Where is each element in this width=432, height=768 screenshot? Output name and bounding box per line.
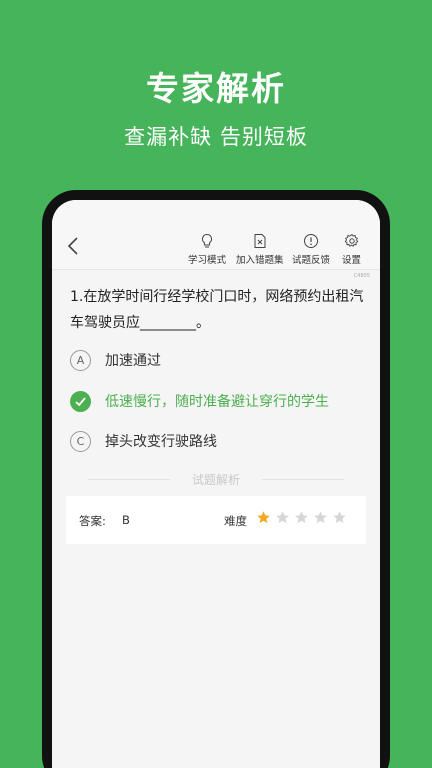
chevron-left-icon: [67, 237, 78, 255]
option-c-letter: C: [70, 430, 91, 452]
difficulty-stars: [256, 510, 351, 525]
question-id-tag: C4805: [353, 273, 370, 279]
star-empty-icon: [295, 511, 308, 524]
add-to-mistakes-button[interactable]: 加入错题集: [236, 233, 284, 267]
answer-value: B: [122, 513, 130, 527]
option-c[interactable]: C 掉头改变行驶路线: [70, 429, 370, 453]
promo-title: 专家解析: [146, 69, 286, 108]
file-x-icon: [254, 234, 266, 248]
settings-button[interactable]: 设置: [342, 233, 361, 267]
option-b[interactable]: 低速慢行，随时准备避让穿行的学生: [70, 389, 370, 413]
option-b-text: 低速慢行，随时准备避让穿行的学生: [105, 394, 329, 410]
add-to-mistakes-label: 加入错题集: [236, 255, 284, 266]
exclamation-circle-icon: [304, 234, 318, 248]
star-empty-icon: [333, 511, 346, 524]
option-a[interactable]: A 加速通过: [70, 348, 370, 372]
option-a-text: 加速通过: [105, 353, 161, 369]
promo-subtitle: 查漏补缺 告别短板: [124, 125, 308, 149]
star-empty-icon: [314, 511, 327, 524]
star-empty-icon: [276, 511, 289, 524]
option-a-letter: A: [70, 349, 91, 371]
top-toolbar: 学习模式 加入错题集 试题反馈 设置: [52, 200, 380, 270]
analysis-section-label: 试题解析: [191, 473, 240, 487]
answer-label: 答案:: [79, 514, 106, 528]
lightbulb-icon: [201, 233, 213, 248]
feedback-label: 试题反馈: [292, 255, 331, 266]
feedback-button[interactable]: 试题反馈: [292, 233, 330, 267]
option-c-text: 掉头改变行驶路线: [105, 434, 217, 450]
check-icon: [70, 390, 91, 412]
star-filled-icon: [257, 511, 270, 524]
study-mode-button[interactable]: 学习模式: [188, 233, 226, 267]
difficulty-label: 难度: [224, 514, 247, 528]
app-screen: 学习模式 加入错题集 试题反馈 设置 C4805 1.在放学时间行经学校门口时，…: [52, 200, 380, 768]
gear-icon: [344, 233, 358, 247]
back-button[interactable]: [62, 234, 86, 258]
question-text: 1.在放学时间行经学校门口时，网络预约出租汽车驾驶员应________。: [70, 289, 364, 331]
answer-card: 答案: B 难度: [66, 496, 366, 544]
settings-label: 设置: [342, 255, 362, 266]
study-mode-label: 学习模式: [188, 255, 227, 266]
